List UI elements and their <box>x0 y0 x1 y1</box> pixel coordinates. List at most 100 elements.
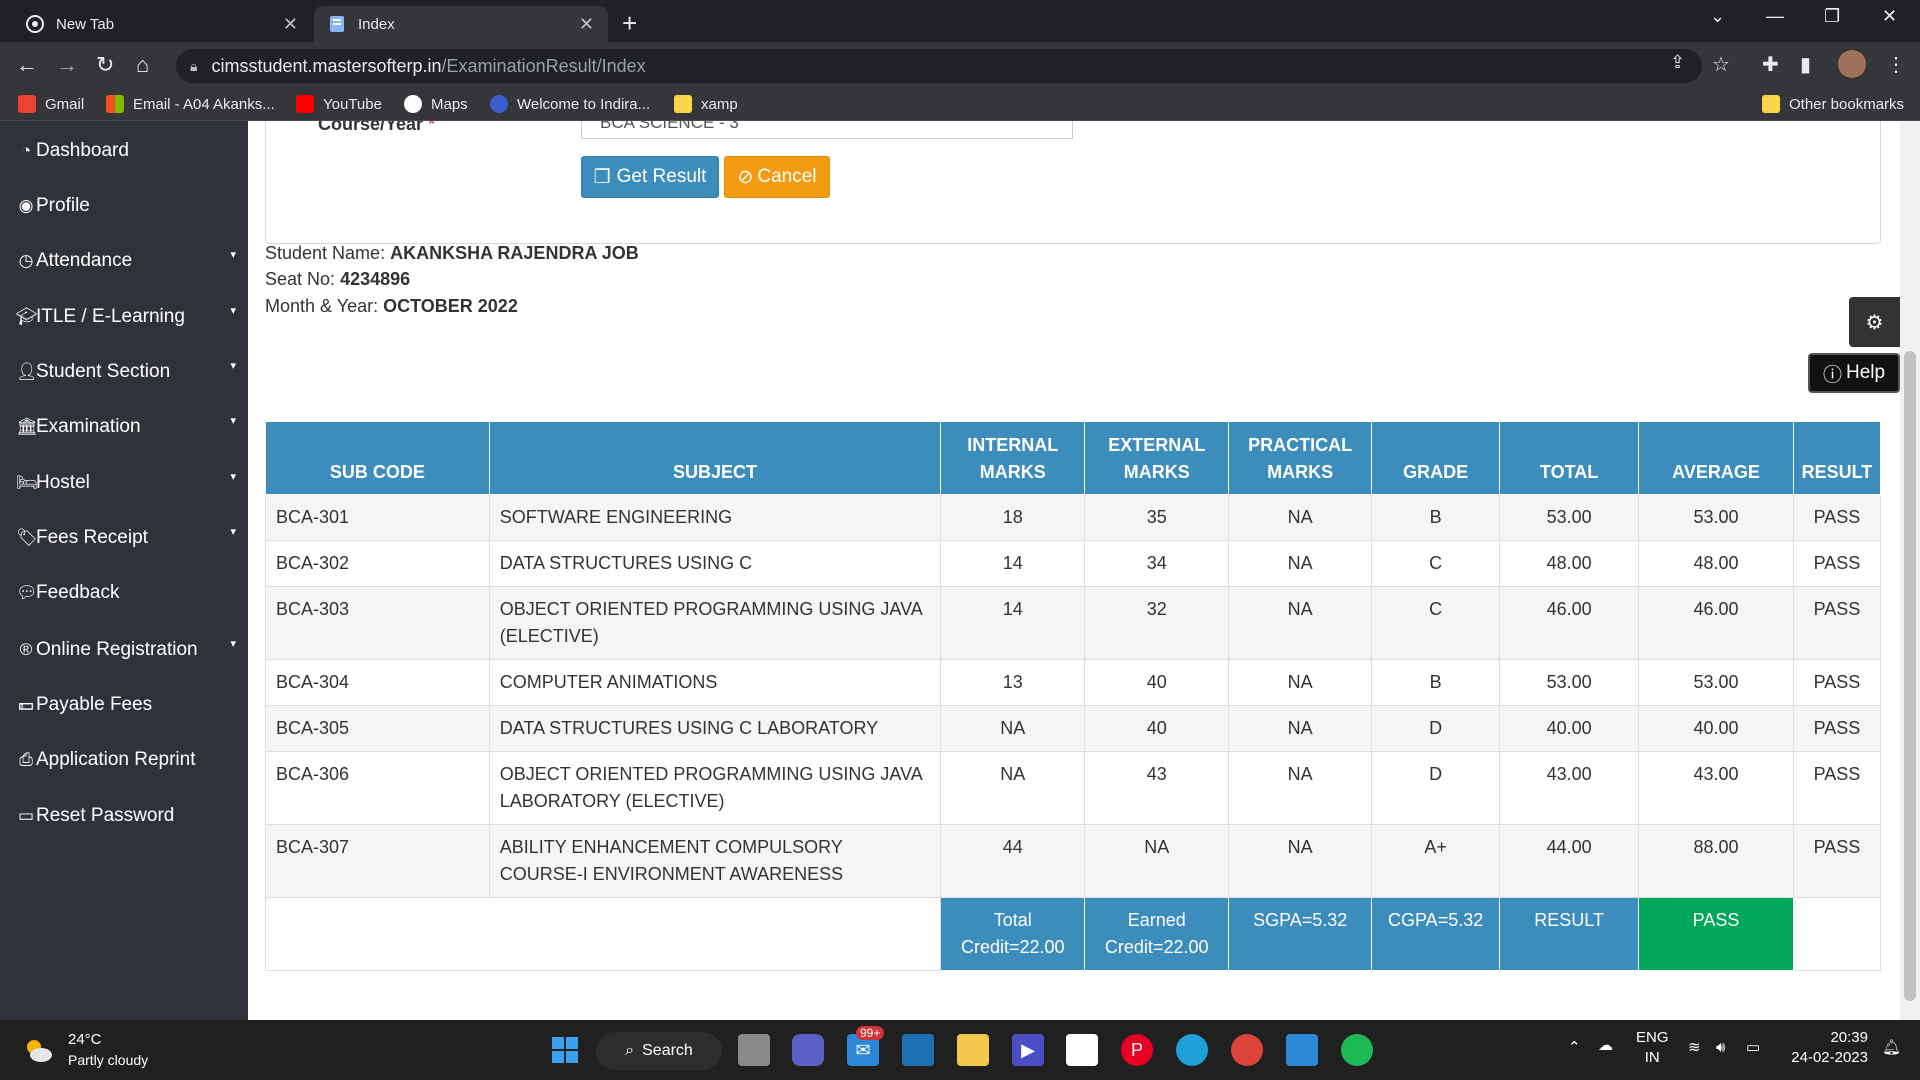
sidebar-item-fees-receipt[interactable]: 🏷︎ Fees Receipt ▾ <box>16 523 242 553</box>
gear-icon: ⚙ <box>1865 311 1884 334</box>
sidebar-item-application-reprint[interactable]: ⎙ Application Reprint <box>16 745 242 775</box>
desktop-icon[interactable] <box>902 1034 934 1066</box>
sidebar-item-payable-fees[interactable]: 💵︎ Payable Fees <box>16 690 242 720</box>
bookmark-youtube[interactable]: YouTube <box>296 95 382 113</box>
cell-result: PASS <box>1792 750 1882 825</box>
wifi-icon[interactable]: ≋ <box>1688 1038 1701 1058</box>
restore-icon[interactable]: ❐ <box>1824 6 1840 27</box>
media-player-icon[interactable]: ▶ <box>1012 1034 1044 1066</box>
home-icon[interactable]: ⌂ <box>136 52 149 78</box>
user-circle-icon: ◉ <box>18 196 34 215</box>
notification-icon[interactable]: 🔔︎ <box>1882 1038 1901 1058</box>
forward-icon[interactable]: → <box>56 52 78 78</box>
table-row: BCA-303 OBJECT ORIENTED PROGRAMMING USIN… <box>265 585 1882 660</box>
close-icon[interactable]: ✕ <box>283 14 298 35</box>
new-tab-icon[interactable]: + <box>622 8 637 39</box>
cancel-button[interactable]: ⊘ Cancel <box>724 156 830 198</box>
sidebar-item-hostel[interactable]: 🛏︎ Hostel ▾ <box>16 468 242 498</box>
bookmark-other[interactable]: Other bookmarks <box>1762 95 1904 113</box>
menu-icon[interactable]: ⋮ <box>1886 52 1906 77</box>
sidebar-item-online-registration[interactable]: ® Online Registration ▾ <box>16 635 242 665</box>
seat-no-label: Seat No: <box>265 269 336 289</box>
reload-icon[interactable]: ↻ <box>96 52 114 78</box>
cell-internal: NA <box>940 750 1086 825</box>
cell-subject: COMPUTER ANIMATIONS <box>488 658 942 706</box>
edge-icon[interactable] <box>1176 1034 1208 1066</box>
spotify-icon[interactable] <box>1341 1034 1373 1066</box>
share-icon[interactable]: ⇪ <box>1670 52 1685 73</box>
sidepanel-icon[interactable]: ▮ <box>1800 52 1811 77</box>
help-button[interactable]: ⓘ Help <box>1808 353 1900 393</box>
registered-icon: ® <box>19 640 33 659</box>
tab-new-tab[interactable]: New Tab ✕ <box>12 6 312 42</box>
notepad-icon[interactable] <box>1286 1034 1318 1066</box>
sidebar-item-reset-password[interactable]: ▭ Reset Password <box>16 801 242 831</box>
window-close-icon[interactable]: ✕ <box>1882 6 1897 27</box>
task-view-icon[interactable] <box>738 1034 770 1066</box>
extensions-icon[interactable]: ✚ <box>1762 52 1779 77</box>
battery-icon[interactable]: ▭ <box>1746 1038 1760 1058</box>
chrome-taskbar-icon[interactable] <box>1231 1034 1263 1066</box>
cell-result: PASS <box>1792 823 1882 898</box>
chevron-up-icon[interactable]: ⌃ <box>1568 1038 1581 1058</box>
minimize-icon[interactable]: — <box>1766 6 1784 27</box>
sidebar-item-label: Online Registration <box>36 639 198 660</box>
result-table: SUB CODE SUBJECT INTERNAL MARKS EXTERNAL… <box>264 422 1882 971</box>
sidebar-item-examination[interactable]: 🏛︎ Examination ▾ <box>16 412 242 442</box>
clock[interactable]: 20:39 24-02-2023 <box>1786 1028 1868 1068</box>
course-select[interactable]: BCA SCIENCE - 3 ⌄ <box>581 121 1073 139</box>
page-scrollbar[interactable] <box>1900 121 1920 1020</box>
file-explorer-icon[interactable] <box>957 1034 989 1066</box>
star-icon[interactable]: ☆ <box>1712 52 1730 77</box>
onedrive-icon[interactable]: ☁ <box>1598 1036 1613 1056</box>
tab-index[interactable]: Index ✕ <box>314 6 608 42</box>
windows-start-icon[interactable] <box>549 1034 581 1066</box>
gmail-icon <box>18 95 36 113</box>
ban-icon: ⊘ <box>737 166 754 188</box>
bookmark-email[interactable]: Email - A04 Akanks... <box>106 95 275 113</box>
address-bar[interactable]: 🔒︎ cimsstudent.mastersofterp.in/Examinat… <box>176 49 1702 83</box>
language-indicator[interactable]: ENG IN <box>1636 1028 1669 1068</box>
cell-subject: OBJECT ORIENTED PROGRAMMING USING JAVA (… <box>488 585 942 660</box>
table-row: BCA-305 DATA STRUCTURES USING C LABORATO… <box>265 704 1882 752</box>
header-internal-marks: INTERNAL MARKS <box>940 422 1086 495</box>
volume-icon[interactable]: 🔊︎ <box>1716 1038 1725 1058</box>
avatar[interactable] <box>1838 50 1866 78</box>
weather-widget[interactable]: 24°C Partly cloudy <box>22 1030 148 1070</box>
back-icon[interactable]: ← <box>16 52 38 78</box>
get-result-button[interactable]: ❐ Get Result <box>581 156 719 198</box>
store-icon[interactable] <box>1066 1034 1098 1066</box>
teams-chat-icon[interactable] <box>792 1034 824 1066</box>
bookmark-gmail[interactable]: Gmail <box>18 95 84 113</box>
settings-button[interactable]: ⚙ <box>1849 297 1900 347</box>
bookmark-xamp[interactable]: xamp <box>674 95 738 113</box>
cell-grade: C <box>1371 585 1501 660</box>
cell-internal: 44 <box>940 823 1086 898</box>
pinterest-icon[interactable]: P <box>1121 1034 1153 1066</box>
chrome-icon <box>26 15 44 33</box>
sidebar-item-feedback[interactable]: 💬︎ Feedback <box>16 578 242 608</box>
caret-down-icon: ▾ <box>230 638 236 650</box>
course-select-value: BCA SCIENCE - 3 <box>600 121 739 132</box>
chevron-down-icon[interactable]: ⌄ <box>1710 6 1725 27</box>
cell-external: 40 <box>1084 658 1230 706</box>
tab-label: New Tab <box>56 15 115 33</box>
sidebar-item-dashboard[interactable]: ◔ Dashboard <box>16 136 242 166</box>
sidebar-item-itle[interactable]: 🎓︎ ITLE / E-Learning ▾ <box>16 302 242 332</box>
header-subject: SUBJECT <box>488 422 942 495</box>
cell-practical: NA <box>1228 823 1373 898</box>
taskbar-search[interactable]: ⌕ Search <box>596 1032 722 1070</box>
bookmark-maps[interactable]: Maps <box>404 95 468 113</box>
info-icon: ⓘ <box>1822 364 1842 386</box>
sidebar-item-profile[interactable]: ◉ Profile <box>16 191 242 221</box>
bookmark-welcome[interactable]: Welcome to Indira... <box>490 95 650 113</box>
copy-icon: ❐ <box>593 166 611 188</box>
sidebar-item-label: Payable Fees <box>36 694 153 715</box>
browser-toolbar: ← → ↻ ⌂ 🔒︎ cimsstudent.mastersofterp.in /… <box>0 42 1920 89</box>
weather-temp: 24°C <box>68 1031 102 1048</box>
close-icon[interactable]: ✕ <box>579 14 594 35</box>
sidebar-item-attendance[interactable]: ◷ Attendance ▾ <box>16 246 242 276</box>
header-total: TOTAL <box>1499 422 1640 495</box>
scrollbar-thumb[interactable] <box>1904 351 1916 1001</box>
sidebar-item-student-section[interactable]: 👤︎ Student Section ▾ <box>16 357 242 387</box>
